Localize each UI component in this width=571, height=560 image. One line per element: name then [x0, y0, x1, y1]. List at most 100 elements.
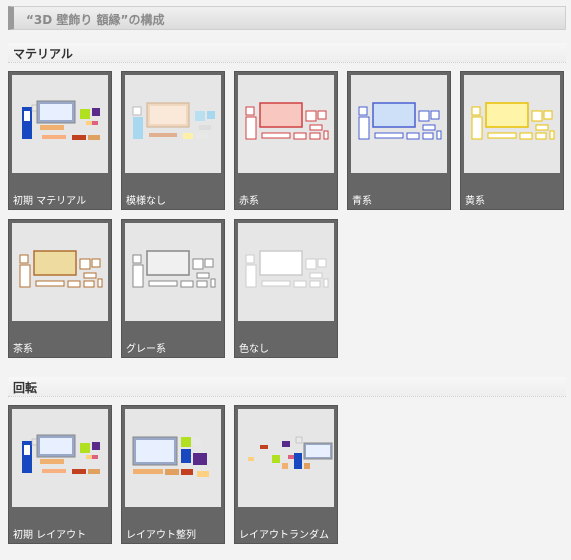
frame-shape: [309, 280, 321, 288]
frame-shape: [471, 106, 481, 116]
thumbnail: [238, 75, 334, 173]
frame-shape: [245, 254, 255, 264]
thumbnail-random-layout: [248, 436, 333, 469]
material-option-yellow[interactable]: 黄系: [460, 71, 564, 210]
material-option-gray[interactable]: グレー系: [121, 219, 225, 358]
frame-shape: [309, 272, 323, 279]
frame-shape: [33, 250, 77, 276]
tile-label: 茶系: [13, 344, 33, 355]
frame-shape: [148, 280, 178, 287]
rotation-option-random-layout[interactable]: レイアウトランダム: [234, 405, 338, 544]
frame-shape: [406, 132, 420, 140]
frame-shape: [535, 132, 547, 140]
frame-shape: [180, 280, 194, 288]
frame-shape: [132, 254, 142, 264]
frame-shape: [35, 280, 65, 287]
thumbnail-blue-layout: [358, 102, 442, 140]
frame-shape: [358, 106, 368, 116]
frame-shape: [317, 110, 327, 120]
frame-shape: [245, 106, 255, 116]
section-title-material: マテリアル: [13, 47, 73, 61]
frame-shape: [19, 254, 29, 264]
thumbnail: [238, 409, 334, 507]
page-title-bar: “3D 壁飾り 額縁”の構成: [8, 6, 566, 30]
frame-shape: [83, 280, 95, 288]
section-header-rotation: 回転: [8, 377, 566, 397]
thumbnail: [12, 409, 108, 507]
frame-shape: [196, 280, 208, 288]
frame-shape: [259, 102, 303, 128]
frame-shape: [146, 250, 190, 276]
frame-shape: [97, 278, 103, 288]
tile-label: 色なし: [239, 344, 269, 355]
frame-shape: [210, 278, 216, 288]
thumbnail-yellow-layout: [471, 102, 555, 140]
frame-shape: [549, 130, 555, 140]
thumbnail-aligned-layout: [132, 436, 209, 477]
tile-label: 初期 レイアウト: [13, 530, 87, 541]
frame-shape: [305, 110, 317, 122]
thumbnail-gray-layout: [132, 250, 216, 288]
tile-label: 赤系: [239, 196, 259, 207]
frame-shape: [422, 132, 434, 140]
tile-label: グレー系: [126, 344, 166, 355]
thumbnail: [464, 75, 560, 173]
tile-label: レイアウト整列: [126, 530, 196, 541]
rotation-option-initial-layout[interactable]: 初期 レイアウト: [8, 405, 112, 544]
section-header-material: マテリアル: [8, 43, 566, 63]
frame-shape: [519, 132, 533, 140]
material-option-initial[interactable]: 初期 マテリアル: [8, 71, 112, 210]
frame-shape: [204, 258, 214, 268]
material-option-brown[interactable]: 茶系: [8, 219, 112, 358]
material-option-no-pattern[interactable]: 模様なし: [121, 71, 225, 210]
tile-label: 黄系: [465, 196, 485, 207]
tile-label: レイアウトランダム: [239, 530, 329, 541]
frame-shape: [309, 124, 323, 131]
thumbnail-red-layout: [245, 102, 329, 140]
frame-shape: [261, 132, 291, 139]
thumbnail-pastel-layout: [132, 102, 215, 139]
frame-shape: [19, 264, 31, 288]
frame-shape: [535, 124, 549, 131]
page-title: “3D 壁飾り 額縁”の構成: [26, 13, 165, 27]
thumbnail: [12, 223, 108, 321]
frame-shape: [372, 102, 416, 128]
tile-label: 青系: [352, 196, 372, 207]
frame-shape: [323, 278, 329, 288]
frame-shape: [245, 116, 257, 140]
thumbnail: [125, 75, 221, 173]
frame-shape: [293, 280, 307, 288]
frame-shape: [245, 264, 257, 288]
thumbnail-no-color-layout: [245, 250, 329, 288]
frame-shape: [79, 258, 91, 270]
frame-shape: [293, 132, 307, 140]
frame-shape: [436, 130, 442, 140]
frame-shape: [132, 264, 144, 288]
frame-shape: [259, 250, 303, 276]
frame-shape: [196, 272, 210, 279]
rotation-option-aligned-layout[interactable]: レイアウト整列: [121, 405, 225, 544]
tile-label: 模様なし: [126, 196, 166, 207]
frame-shape: [261, 280, 291, 287]
frame-shape: [531, 110, 543, 122]
frame-shape: [487, 132, 517, 139]
thumbnail: [351, 75, 447, 173]
material-option-no-color[interactable]: 色なし: [234, 219, 338, 358]
frame-shape: [305, 258, 317, 270]
frame-shape: [317, 258, 327, 268]
thumbnail-initial-layout: [22, 434, 100, 474]
material-option-red[interactable]: 赤系: [234, 71, 338, 210]
frame-shape: [430, 110, 440, 120]
frame-shape: [358, 116, 370, 140]
frame-shape: [422, 124, 436, 131]
material-option-blue[interactable]: 青系: [347, 71, 451, 210]
frame-shape: [485, 102, 529, 128]
thumbnail-brown-layout: [19, 250, 103, 288]
frame-shape: [83, 272, 97, 279]
frame-shape: [309, 132, 321, 140]
thumbnail: [125, 409, 221, 507]
section-title-rotation: 回転: [13, 381, 38, 395]
tile-label: 初期 マテリアル: [13, 196, 87, 207]
frame-shape: [192, 258, 204, 270]
thumbnail: [125, 223, 221, 321]
